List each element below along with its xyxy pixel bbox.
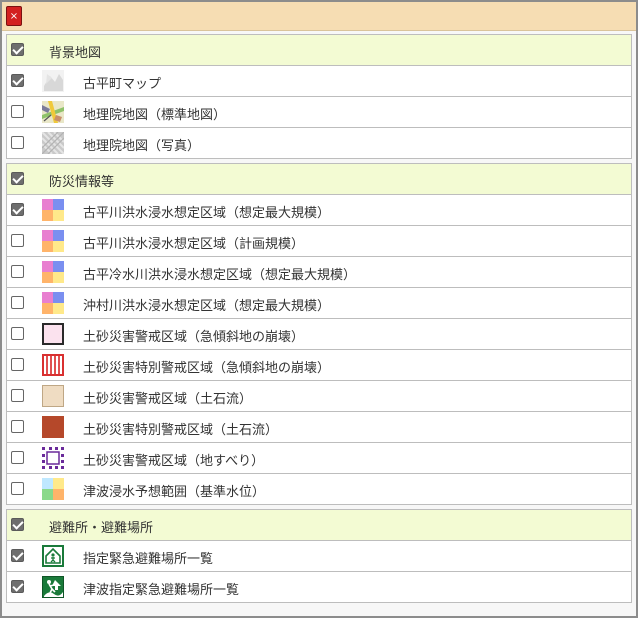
- checkbox[interactable]: [11, 451, 24, 464]
- layer-label: 土砂災害特別警戒区域（急傾斜地の崩壊）: [83, 361, 331, 376]
- red-striped-box-icon: [42, 354, 64, 376]
- layer-panel: × 背景地図 古平町マップ 地理院地図（標準地図） 地理院地図（写真） 防災情報…: [0, 0, 638, 618]
- checkbox[interactable]: [11, 74, 24, 87]
- layer-item[interactable]: 土砂災害特別警戒区域（土石流）: [7, 412, 631, 443]
- flood-legend-icon: [42, 230, 64, 252]
- checkbox[interactable]: [11, 327, 24, 340]
- checkbox[interactable]: [11, 136, 24, 149]
- tsunami-legend-icon: [42, 478, 64, 500]
- standard-map-thumbnail-icon: [42, 101, 64, 123]
- checkbox[interactable]: [11, 43, 24, 56]
- beige-box-icon: [42, 385, 64, 407]
- layer-item[interactable]: 土砂災害特別警戒区域（急傾斜地の崩壊）: [7, 350, 631, 381]
- layer-item[interactable]: 土砂災害警戒区域（地すべり）: [7, 443, 631, 474]
- brown-box-icon: [42, 416, 64, 438]
- photo-map-thumbnail-icon: [41, 131, 65, 155]
- pink-box-icon: [42, 323, 64, 345]
- close-button[interactable]: ×: [6, 6, 22, 26]
- layer-item[interactable]: 地理院地図（写真）: [7, 128, 631, 158]
- checkbox[interactable]: [11, 389, 24, 402]
- layer-label: 土砂災害警戒区域（急傾斜地の崩壊）: [83, 330, 305, 345]
- layer-label: 津波浸水予想範囲（基準水位）: [83, 485, 266, 500]
- layer-label: 地理院地図（標準地図）: [83, 108, 227, 123]
- layer-label: 地理院地図（写真）: [83, 139, 201, 154]
- group-header-background-maps[interactable]: 背景地図: [7, 35, 631, 66]
- layer-label: 古平川洪水浸水想定区域（計画規模）: [83, 237, 305, 252]
- group-header-label: 背景地図: [49, 46, 102, 61]
- group-header-label: 防災情報等: [49, 175, 115, 190]
- group-header-disaster-info[interactable]: 防災情報等: [7, 164, 631, 195]
- layer-group-background-maps: 背景地図 古平町マップ 地理院地図（標準地図） 地理院地図（写真）: [6, 34, 632, 159]
- layer-item[interactable]: 地理院地図（標準地図）: [7, 97, 631, 128]
- town-map-thumbnail-icon: [42, 70, 64, 92]
- flood-legend-icon: [42, 261, 64, 283]
- layer-item[interactable]: 古平冷水川洪水浸水想定区域（想定最大規模）: [7, 257, 631, 288]
- layer-item[interactable]: 古平川洪水浸水想定区域（計画規模）: [7, 226, 631, 257]
- checkbox[interactable]: [11, 203, 24, 216]
- purple-dotted-box-icon: [42, 447, 64, 469]
- group-header-label: 避難所・避難場所: [49, 521, 154, 536]
- layer-label: 土砂災害警戒区域（地すべり）: [83, 454, 265, 469]
- layer-item[interactable]: 土砂災害警戒区域（急傾斜地の崩壊）: [7, 319, 631, 350]
- layer-label: 土砂災害警戒区域（土石流）: [83, 392, 253, 407]
- checkbox[interactable]: [11, 234, 24, 247]
- evacuation-site-icon: [42, 545, 64, 567]
- layer-item[interactable]: 古平町マップ: [7, 66, 631, 97]
- layer-label: 沖村川洪水浸水想定区域（想定最大規模）: [83, 299, 331, 314]
- layer-item[interactable]: 沖村川洪水浸水想定区域（想定最大規模）: [7, 288, 631, 319]
- layer-item[interactable]: 古平川洪水浸水想定区域（想定最大規模）: [7, 195, 631, 226]
- panel-titlebar: ×: [2, 2, 636, 31]
- checkbox[interactable]: [11, 105, 24, 118]
- layer-item[interactable]: 指定緊急避難場所一覧: [7, 541, 631, 572]
- layer-item[interactable]: 津波指定緊急避難場所一覧: [7, 572, 631, 602]
- checkbox[interactable]: [11, 518, 24, 531]
- checkbox[interactable]: [11, 580, 24, 593]
- checkbox[interactable]: [11, 549, 24, 562]
- checkbox[interactable]: [11, 420, 24, 433]
- checkbox[interactable]: [11, 296, 24, 309]
- checkbox[interactable]: [11, 172, 24, 185]
- tsunami-evacuation-icon: [42, 576, 64, 598]
- checkbox[interactable]: [11, 265, 24, 278]
- layer-group-evacuation: 避難所・避難場所 指定緊急避難場所一覧 津波指定緊急避難場所一覧: [6, 509, 632, 603]
- layer-label: 古平冷水川洪水浸水想定区域（想定最大規模）: [83, 268, 357, 283]
- layer-label: 津波指定緊急避難場所一覧: [83, 583, 240, 598]
- group-header-evacuation[interactable]: 避難所・避難場所: [7, 510, 631, 541]
- layer-label: 指定緊急避難場所一覧: [83, 552, 214, 567]
- flood-legend-icon: [42, 199, 64, 221]
- layer-item[interactable]: 土砂災害警戒区域（土石流）: [7, 381, 631, 412]
- layer-item[interactable]: 津波浸水予想範囲（基準水位）: [7, 474, 631, 504]
- layer-label: 土砂災害特別警戒区域（土石流）: [83, 423, 279, 438]
- layer-label: 古平川洪水浸水想定区域（想定最大規模）: [83, 206, 331, 221]
- checkbox[interactable]: [11, 482, 24, 495]
- layer-group-disaster-info: 防災情報等 古平川洪水浸水想定区域（想定最大規模） 古平川洪水浸水想定区域（計画…: [6, 163, 632, 505]
- layer-label: 古平町マップ: [83, 77, 162, 92]
- checkbox[interactable]: [11, 358, 24, 371]
- layer-list: 背景地図 古平町マップ 地理院地図（標準地図） 地理院地図（写真） 防災情報等 …: [6, 34, 632, 607]
- flood-legend-icon: [42, 292, 64, 314]
